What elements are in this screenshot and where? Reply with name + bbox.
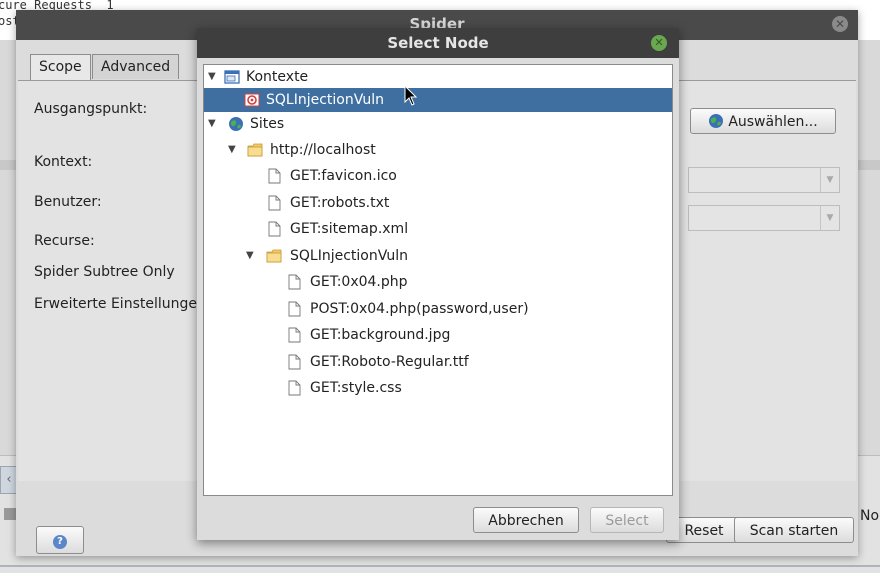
select-node-title-bar: Select Node ✕ [197, 28, 679, 58]
background-square-icon [4, 508, 16, 520]
select-node-dialog: Select Node ✕ ▼ Kontexte SQLInjectionVul… [197, 28, 679, 540]
tree-item-sitemap[interactable]: GET:sitemap.xml [204, 217, 672, 241]
tree-item-sites[interactable]: ▼ Sites [204, 112, 672, 136]
tree-label: GET:favicon.ico [290, 168, 397, 184]
tree-item-get-0x04[interactable]: GET:0x04.php [204, 270, 672, 294]
tree-item-localhost[interactable]: ▼ http://localhost [204, 138, 672, 162]
file-icon [288, 327, 301, 343]
globe-icon [709, 114, 724, 128]
close-icon[interactable]: ✕ [651, 35, 667, 51]
spider-close-icon[interactable]: ✕ [832, 16, 848, 32]
tree-label: GET:0x04.php [310, 274, 408, 290]
background-right-label: No [860, 508, 880, 524]
globe-icon [229, 117, 243, 131]
context-label: Kontext: [34, 154, 93, 170]
tree-item-style-css[interactable]: GET:style.css [204, 376, 672, 400]
expand-arrow-icon[interactable]: ▼ [228, 138, 236, 162]
background-divider [0, 565, 880, 567]
tree-label: POST:0x04.php(password,user) [310, 301, 529, 317]
tree-label: GET:Roboto-Regular.ttf [310, 354, 469, 370]
file-icon [288, 380, 301, 396]
chevron-down-icon: ▼ [820, 168, 839, 192]
folder-icon [266, 249, 282, 263]
tree-item-context-sqlinjectionvuln[interactable]: SQLInjectionVuln [204, 88, 672, 112]
start-point-label: Ausgangspunkt: [34, 101, 148, 117]
tab-advanced[interactable]: Advanced [92, 54, 180, 79]
file-icon [288, 354, 301, 370]
folder-icon [247, 143, 263, 157]
help-button[interactable]: ? [36, 526, 84, 554]
tree-label: GET:style.css [310, 380, 402, 396]
tree-item-roboto-ttf[interactable]: GET:Roboto-Regular.ttf [204, 350, 672, 374]
tree-label: Sites [250, 116, 285, 132]
subtree-only-label: Spider Subtree Only [34, 264, 175, 280]
tree-label: SQLInjectionVuln [290, 248, 408, 264]
expand-arrow-icon[interactable]: ▼ [208, 65, 216, 89]
expand-arrow-icon[interactable]: ▼ [208, 112, 216, 136]
tree-item-robots[interactable]: GET:robots.txt [204, 191, 672, 215]
select-start-point-label: Auswählen... [728, 114, 818, 130]
contexts-icon [224, 70, 240, 84]
file-icon [268, 221, 281, 237]
user-label: Benutzer: [34, 194, 102, 210]
select-button[interactable]: Select [590, 507, 664, 533]
tree-label: GET:sitemap.xml [290, 221, 409, 237]
select-start-point-button[interactable]: Auswählen... [690, 108, 836, 134]
advanced-options-label: Erweiterte Einstellunge [34, 296, 197, 312]
file-icon [268, 168, 281, 184]
recurse-label: Recurse: [34, 233, 95, 249]
tree-label: SQLInjectionVuln [266, 92, 384, 108]
node-tree: ▼ Kontexte SQLInjectionVuln ▼ Sites ▼ ht… [203, 64, 673, 496]
tree-item-background-jpg[interactable]: GET:background.jpg [204, 323, 672, 347]
scan-start-button[interactable]: Scan starten [734, 517, 854, 543]
select-node-title: Select Node [387, 34, 489, 52]
context-combo[interactable]: ▼ [688, 167, 840, 193]
tree-item-post-0x04[interactable]: POST:0x04.php(password,user) [204, 297, 672, 321]
tree-item-kontexte[interactable]: ▼ Kontexte [204, 65, 672, 89]
file-icon [268, 195, 281, 211]
file-icon [288, 274, 301, 290]
expand-arrow-icon[interactable]: ▼ [246, 244, 254, 268]
tree-label: Kontexte [246, 69, 309, 85]
cancel-button[interactable]: Abbrechen [473, 507, 579, 533]
tree-item-folder-sqlinjectionvuln[interactable]: ▼ SQLInjectionVuln [204, 244, 672, 268]
mouse-cursor-icon [404, 85, 418, 106]
chevron-down-icon: ▼ [820, 206, 839, 230]
user-combo[interactable]: ▼ [688, 205, 840, 231]
tree-label: GET:robots.txt [290, 195, 390, 211]
context-target-icon [244, 93, 260, 107]
file-icon [288, 301, 301, 317]
tab-scope[interactable]: Scope [30, 54, 91, 81]
tree-label: http://localhost [270, 142, 376, 158]
tree-item-favicon[interactable]: GET:favicon.ico [204, 164, 672, 188]
help-icon: ? [53, 535, 67, 549]
tree-label: GET:background.jpg [310, 327, 451, 343]
